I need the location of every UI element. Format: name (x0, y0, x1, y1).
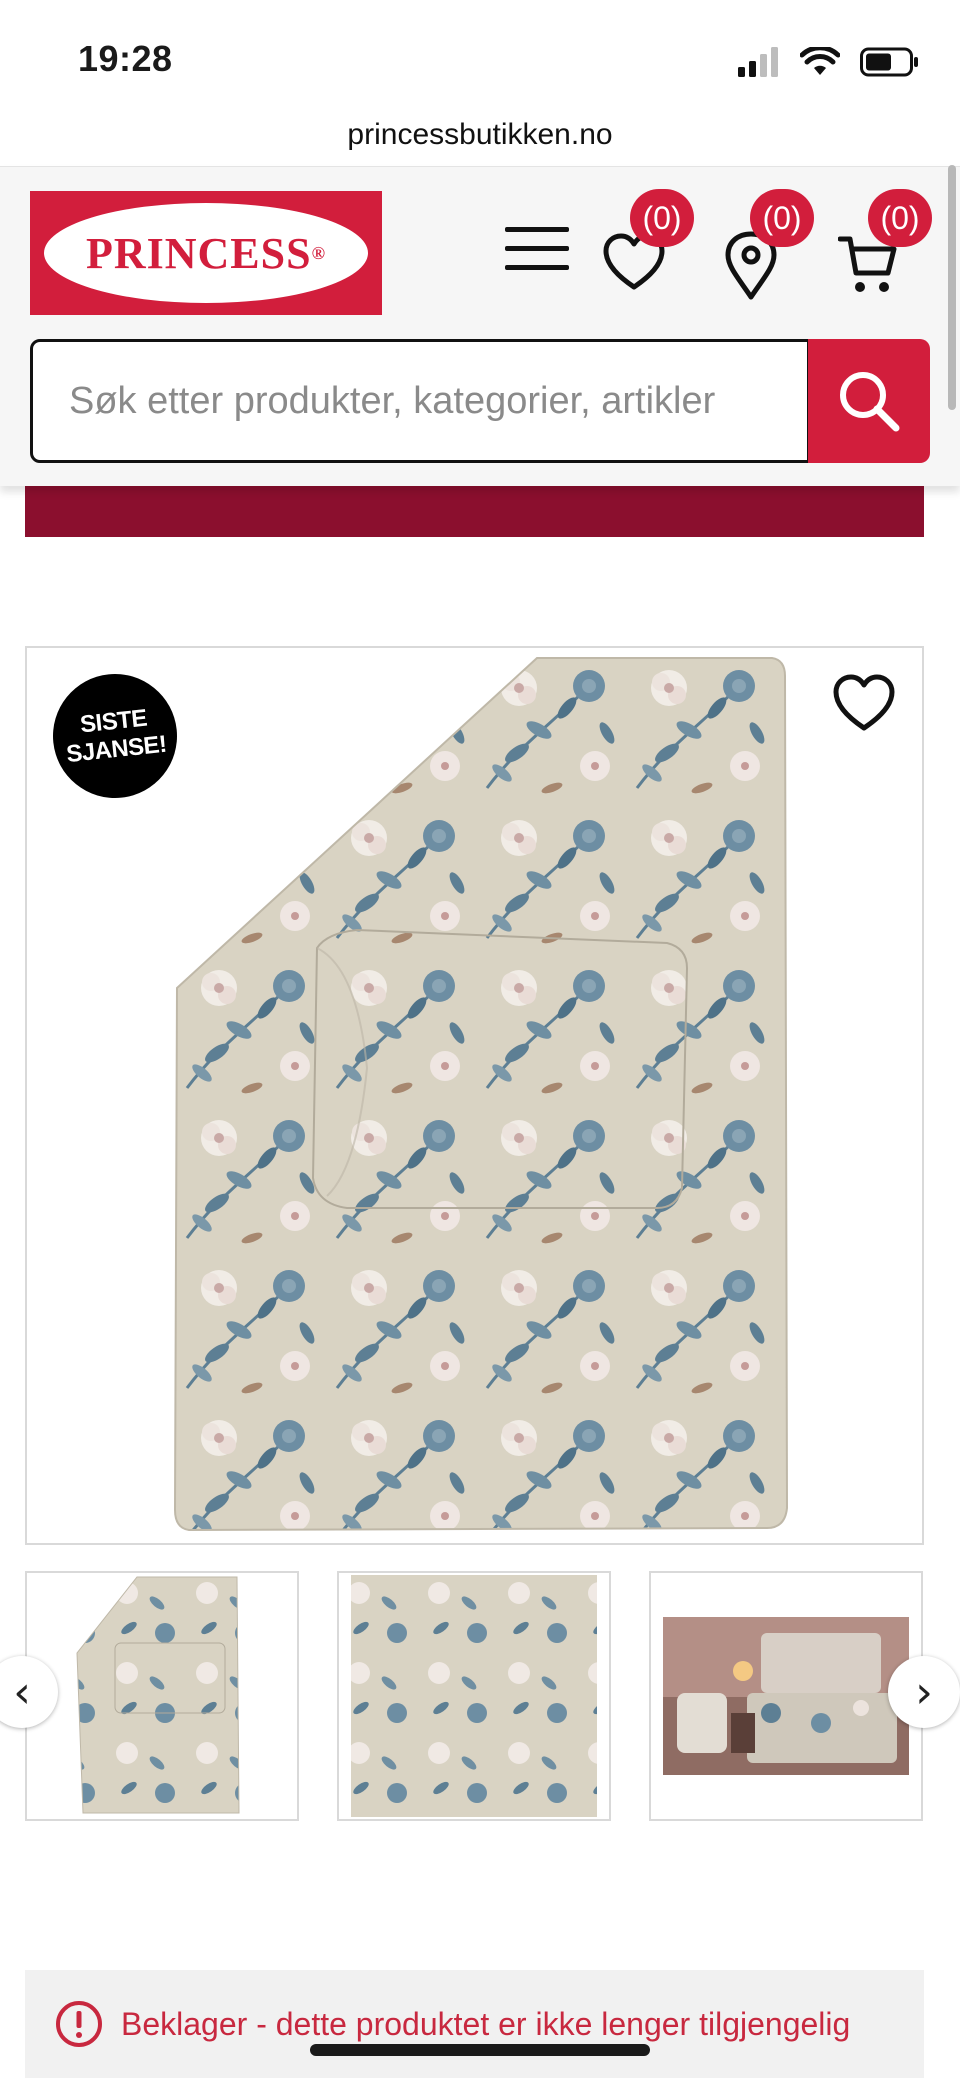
duvet-illustration (27, 648, 922, 1543)
status-time: 19:28 (78, 38, 173, 79)
thumbnail-fabric-image (339, 1573, 609, 1819)
chevron-left-icon: ‹ (13, 1666, 31, 1718)
product-image[interactable]: SISTE SJANSE! (25, 646, 924, 1545)
logo-text: PRINCESS (85, 228, 312, 278)
thumbnail-duvet-image (27, 1573, 297, 1819)
cellular-signal-icon (738, 47, 778, 77)
add-to-wishlist-heart-icon[interactable] (832, 674, 896, 734)
unavailable-notice: Beklager - dette produktet er ikke lenge… (25, 1970, 924, 2078)
notice-text: Beklager - dette produktet er ikke lenge… (121, 2005, 851, 2042)
carousel-next-button[interactable]: › (888, 1656, 960, 1728)
logo-text-wrap: PRINCESS ® (47, 206, 365, 300)
logo-registered-mark: ® (311, 242, 327, 263)
cart-count-badge: (0) (868, 189, 932, 247)
search-icon (840, 372, 900, 432)
menu-line (505, 227, 569, 232)
page-scrollbar[interactable] (948, 165, 956, 410)
alert-icon (56, 2001, 102, 2047)
home-indicator[interactable] (310, 2044, 650, 2056)
site-header: PRINCESS ® (0) (0) (0) (0, 166, 960, 486)
thumbnail-bedroom-image (651, 1573, 921, 1819)
thumbnail-bedroom-scene[interactable] (649, 1571, 923, 1821)
status-bar: 19:28 (0, 0, 960, 110)
wishlist-count-badge: (0) (630, 189, 694, 247)
browser-url[interactable]: princessbutikken.no (0, 110, 960, 166)
thumbnail-duvet-set[interactable] (25, 1571, 299, 1821)
wifi-icon (800, 47, 840, 75)
menu-line (505, 246, 569, 251)
chevron-right-icon: › (915, 1666, 933, 1718)
princess-logo[interactable]: PRINCESS ® (30, 191, 382, 315)
hamburger-menu-icon[interactable] (505, 227, 569, 277)
stores-count-badge: (0) (750, 189, 814, 247)
logo-oval: PRINCESS ® (44, 203, 368, 303)
battery-icon (860, 47, 918, 77)
thumbnail-fabric-closeup[interactable] (337, 1571, 611, 1821)
search-button[interactable] (808, 339, 930, 463)
search-input[interactable] (30, 339, 810, 463)
status-icons (738, 42, 920, 82)
search-bar (30, 339, 930, 463)
menu-line (505, 265, 569, 270)
